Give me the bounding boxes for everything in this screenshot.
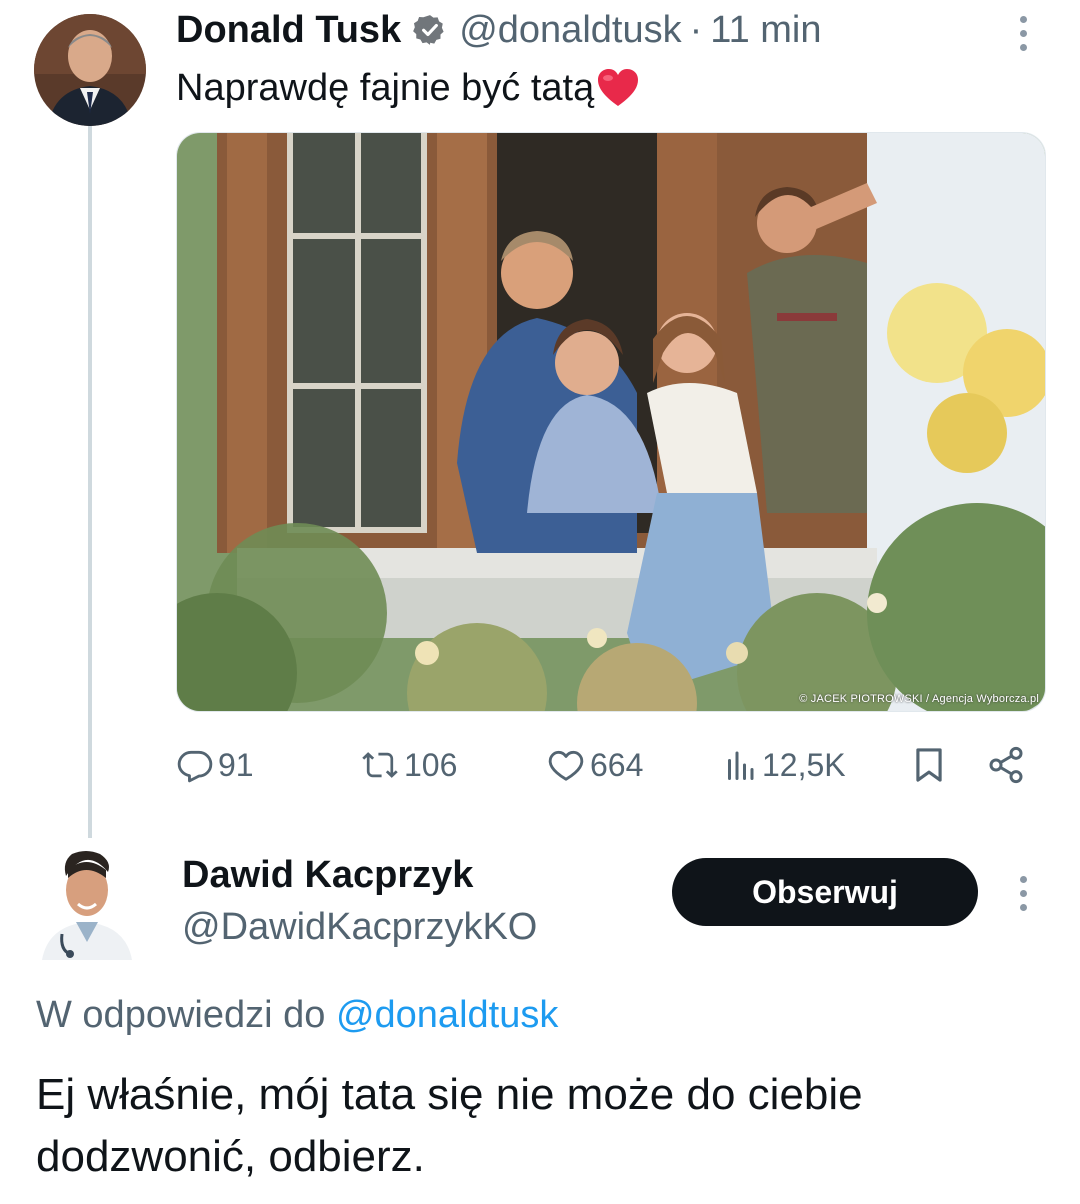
tweet-actions-bar: 91 106 664 12,5K (176, 742, 1036, 788)
reply-button[interactable]: 91 (176, 742, 254, 788)
kacprzyk-avatar[interactable] (36, 842, 136, 960)
reply-count: 91 (218, 746, 254, 783)
separator-dot: · (689, 8, 703, 51)
tusk-avatar[interactable] (34, 14, 146, 126)
tweet-timestamp[interactable]: 11 min (710, 9, 821, 52)
repost-count: 106 (404, 746, 458, 783)
repost-icon (360, 746, 400, 784)
tweet-text: Naprawdę fajnie być tatą (176, 64, 640, 112)
tweet-photo[interactable]: © JACEK PIOTROWSKI / Agencja Wyborcza.pl (176, 132, 1046, 712)
share-button[interactable] (986, 742, 1026, 788)
more-options-icon[interactable] (1016, 16, 1030, 51)
tweet-text-content: Naprawdę fajnie być tatą (176, 67, 595, 109)
red-heart-emoji-icon (596, 68, 640, 108)
thread-connector-line (88, 126, 92, 838)
replying-to-prefix: W odpowiedzi do (36, 994, 326, 1036)
follow-button[interactable]: Obserwuj (672, 858, 978, 926)
like-count: 664 (590, 746, 644, 783)
author-handle[interactable]: @donaldtusk (459, 9, 681, 52)
reply-more-options-icon[interactable] (1016, 876, 1030, 911)
view-count: 12,5K (762, 746, 846, 783)
views-chart-icon (722, 746, 758, 784)
reply-text: Ej właśnie, mój tata się nie może do cie… (36, 1070, 863, 1181)
like-button[interactable]: 664 (546, 742, 643, 788)
bookmark-icon (910, 744, 948, 786)
tweet-header: Donald Tusk @donaldtusk · 11 min (176, 8, 822, 52)
heart-icon (546, 746, 586, 784)
views-button[interactable]: 12,5K (722, 742, 846, 788)
verified-badge-icon[interactable] (413, 13, 447, 47)
replying-to-mention-link[interactable]: @donaldtusk (336, 994, 558, 1036)
author-name[interactable]: Donald Tusk (176, 9, 401, 52)
share-icon (986, 745, 1026, 785)
photo-credit: © JACEK PIOTROWSKI / Agencja Wyborcza.pl (799, 693, 1039, 705)
repost-button[interactable]: 106 (360, 742, 457, 788)
bookmark-button[interactable] (910, 742, 948, 788)
reply-author-name[interactable]: Dawid Kacprzyk (182, 854, 473, 897)
replying-to-line: W odpowiedzi do @donaldtusk (36, 994, 558, 1037)
reply-icon (176, 746, 214, 784)
reply-author-handle[interactable]: @DawidKacprzykKO (182, 906, 537, 949)
